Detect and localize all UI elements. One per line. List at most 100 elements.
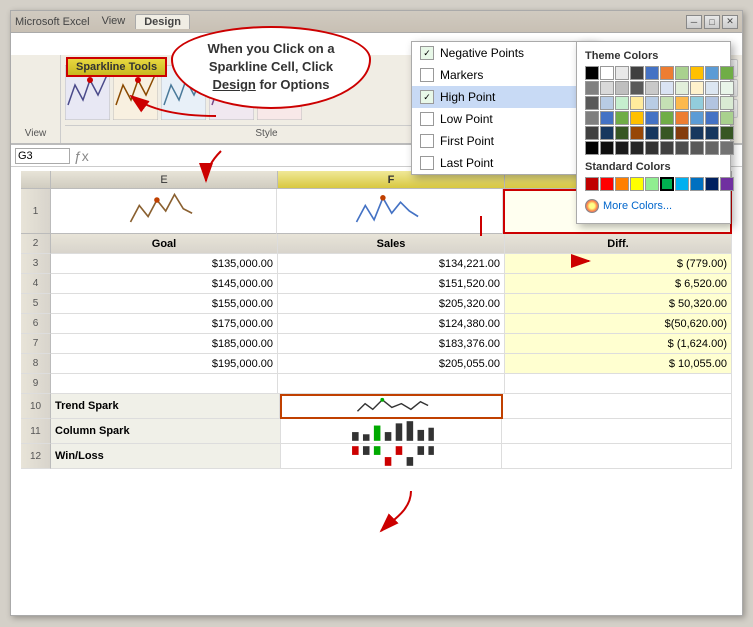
theme-color-swatch-14[interactable]	[645, 81, 659, 95]
theme-color-swatch-49[interactable]	[720, 126, 734, 140]
theme-color-swatch-56[interactable]	[675, 141, 689, 155]
theme-color-swatch-50[interactable]	[585, 141, 599, 155]
theme-color-swatch-5[interactable]	[660, 66, 674, 80]
standard-color-swatch-5[interactable]	[660, 177, 674, 191]
theme-color-swatch-30[interactable]	[585, 111, 599, 125]
theme-color-swatch-29[interactable]	[720, 96, 734, 110]
dropdown-high-point[interactable]: ✓ High Point ▶	[412, 86, 595, 108]
standard-colors-title: Standard Colors	[585, 161, 722, 173]
more-colors-button[interactable]: More Colors...	[585, 197, 722, 215]
theme-color-swatch-38[interactable]	[705, 111, 719, 125]
tab-design[interactable]: Design	[135, 14, 190, 29]
theme-color-swatch-40[interactable]	[585, 126, 599, 140]
theme-color-swatch-54[interactable]	[645, 141, 659, 155]
theme-color-swatch-10[interactable]	[585, 81, 599, 95]
theme-color-swatch-2[interactable]	[615, 66, 629, 80]
theme-color-swatch-47[interactable]	[690, 126, 704, 140]
theme-color-swatch-20[interactable]	[585, 96, 599, 110]
theme-color-swatch-44[interactable]	[645, 126, 659, 140]
theme-color-swatch-31[interactable]	[600, 111, 614, 125]
standard-color-swatch-7[interactable]	[690, 177, 704, 191]
theme-color-swatch-33[interactable]	[630, 111, 644, 125]
theme-color-swatch-11[interactable]	[600, 81, 614, 95]
cell-reference-input[interactable]	[15, 148, 70, 164]
theme-color-swatch-25[interactable]	[660, 96, 674, 110]
theme-color-swatch-42[interactable]	[615, 126, 629, 140]
theme-color-swatch-52[interactable]	[615, 141, 629, 155]
theme-color-swatch-55[interactable]	[660, 141, 674, 155]
theme-color-swatch-51[interactable]	[600, 141, 614, 155]
sparkline-tools-tab[interactable]: Sparkline Tools	[66, 57, 167, 77]
dropdown-last-point[interactable]: Last Point ▶	[412, 152, 595, 174]
theme-color-swatch-19[interactable]	[720, 81, 734, 95]
theme-color-swatch-26[interactable]	[675, 96, 689, 110]
theme-color-swatch-13[interactable]	[630, 81, 644, 95]
restore-button[interactable]: □	[704, 15, 720, 29]
theme-color-swatch-58[interactable]	[705, 141, 719, 155]
theme-color-swatch-18[interactable]	[705, 81, 719, 95]
theme-color-swatch-53[interactable]	[630, 141, 644, 155]
theme-color-swatch-36[interactable]	[675, 111, 689, 125]
theme-color-swatch-15[interactable]	[660, 81, 674, 95]
theme-color-swatch-0[interactable]	[585, 66, 599, 80]
theme-color-swatch-35[interactable]	[660, 111, 674, 125]
theme-color-swatch-45[interactable]	[660, 126, 674, 140]
theme-color-swatch-4[interactable]	[645, 66, 659, 80]
theme-color-swatch-16[interactable]	[675, 81, 689, 95]
more-colors-icon	[585, 199, 599, 213]
standard-color-swatch-6[interactable]	[675, 177, 689, 191]
standard-color-swatch-3[interactable]	[630, 177, 644, 191]
standard-color-swatch-9[interactable]	[720, 177, 734, 191]
table-row: 3 $135,000.00 $134,221.00 $ (779.00)	[21, 254, 732, 274]
theme-color-swatch-7[interactable]	[690, 66, 704, 80]
dropdown-markers[interactable]: Markers ▶	[412, 64, 595, 86]
theme-color-swatch-41[interactable]	[600, 126, 614, 140]
theme-color-swatch-57[interactable]	[690, 141, 704, 155]
theme-color-swatch-21[interactable]	[600, 96, 614, 110]
standard-color-swatch-8[interactable]	[705, 177, 719, 191]
dropdown-low-point[interactable]: Low Point ▶	[412, 108, 595, 130]
header-goal: Goal	[51, 234, 278, 254]
standard-color-swatch-4[interactable]	[645, 177, 659, 191]
dropdown-first-point[interactable]: First Point ▶	[412, 130, 595, 152]
window-controls: ─ □ ✕	[686, 15, 738, 29]
theme-color-swatch-46[interactable]	[675, 126, 689, 140]
col-header-e[interactable]: E	[51, 171, 278, 188]
table-row: 8 $195,000.00 $205,055.00 $ 10,055.00	[21, 354, 732, 374]
sparkline-cell-e[interactable]	[51, 189, 277, 234]
theme-color-swatch-23[interactable]	[630, 96, 644, 110]
theme-color-swatch-39[interactable]	[720, 111, 734, 125]
close-button[interactable]: ✕	[722, 15, 738, 29]
standard-color-swatch-2[interactable]	[615, 177, 629, 191]
theme-color-swatch-3[interactable]	[630, 66, 644, 80]
standard-color-swatch-1[interactable]	[600, 177, 614, 191]
theme-color-swatch-32[interactable]	[615, 111, 629, 125]
sparkline-row-num: 1	[21, 189, 51, 234]
standard-color-swatch-0[interactable]	[585, 177, 599, 191]
marker-color-dropdown: ✓ Negative Points ▶ Markers ▶ ✓ High Poi…	[411, 41, 596, 175]
theme-color-swatch-48[interactable]	[705, 126, 719, 140]
theme-color-swatch-8[interactable]	[705, 66, 719, 80]
markers-check	[420, 68, 434, 82]
app-title: Microsoft Excel	[15, 16, 90, 28]
minimize-button[interactable]: ─	[686, 15, 702, 29]
theme-color-swatch-27[interactable]	[690, 96, 704, 110]
tab-view[interactable]: View	[94, 14, 134, 29]
theme-color-swatch-34[interactable]	[645, 111, 659, 125]
theme-color-swatch-1[interactable]	[600, 66, 614, 80]
theme-color-swatch-24[interactable]	[645, 96, 659, 110]
sparkline-cell-f[interactable]	[277, 189, 503, 234]
theme-color-swatch-22[interactable]	[615, 96, 629, 110]
theme-color-swatch-37[interactable]	[690, 111, 704, 125]
theme-color-swatch-12[interactable]	[615, 81, 629, 95]
theme-color-swatch-59[interactable]	[720, 141, 734, 155]
column-spark-row: 11 Column Spark	[21, 419, 732, 444]
dropdown-negative-points[interactable]: ✓ Negative Points ▶	[412, 42, 595, 64]
view-section: View	[11, 55, 61, 143]
theme-color-swatch-6[interactable]	[675, 66, 689, 80]
theme-color-swatch-9[interactable]	[720, 66, 734, 80]
theme-color-swatch-28[interactable]	[705, 96, 719, 110]
theme-color-swatch-17[interactable]	[690, 81, 704, 95]
table-row-empty: 9	[21, 374, 732, 394]
theme-color-swatch-43[interactable]	[630, 126, 644, 140]
